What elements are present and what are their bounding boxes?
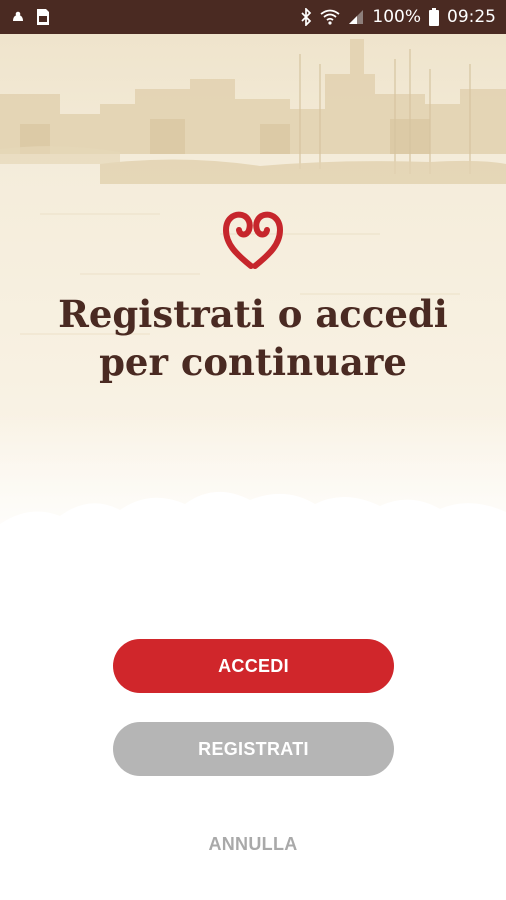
status-time: 09:25: [447, 7, 496, 27]
title-line-1: Registrati o accedi: [58, 292, 448, 336]
register-button[interactable]: REGISTRATI: [113, 722, 394, 776]
battery-icon: [429, 8, 439, 26]
signal-icon: [348, 9, 364, 25]
login-button[interactable]: ACCEDI: [113, 639, 394, 693]
cancel-link[interactable]: ANNULLA: [0, 834, 506, 855]
page-title: Registrati o accedi per continuare: [0, 290, 506, 386]
title-line-2: per continuare: [99, 340, 407, 384]
status-right: 100% 09:25: [300, 7, 496, 27]
wifi-icon: [320, 9, 340, 25]
battery-percent: 100%: [372, 7, 421, 27]
notification-icon: [10, 9, 26, 25]
hearts-logo-icon: [222, 208, 284, 270]
status-bar: 100% 09:25: [0, 0, 506, 34]
status-left: [10, 8, 50, 26]
bluetooth-icon: [300, 8, 312, 26]
sim-icon: [36, 8, 50, 26]
